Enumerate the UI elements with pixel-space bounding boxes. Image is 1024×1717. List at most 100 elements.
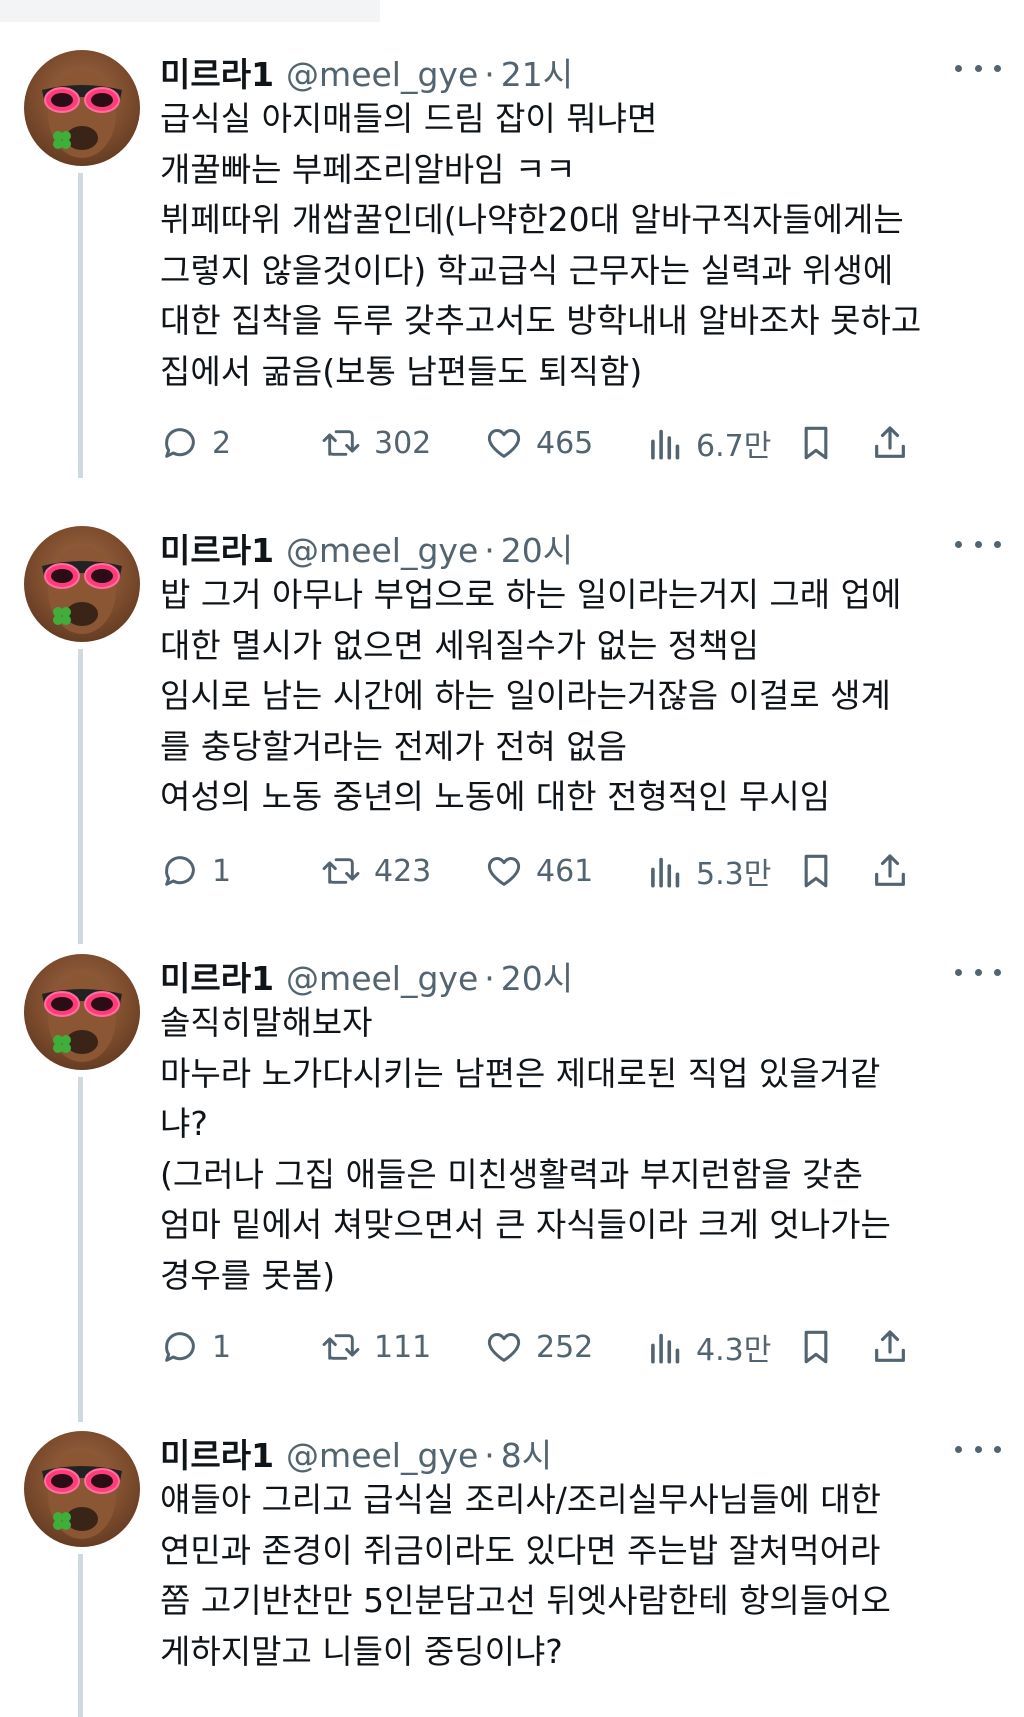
avatar[interactable] [24, 526, 140, 642]
tweet-text-line: 집에서 굶음(보통 남편들도 퇴직함) [160, 351, 643, 391]
views-bar-chart-icon [651, 429, 680, 460]
tweet-actions: 2 302 465 6.7만 [160, 418, 1000, 468]
share-icon [875, 426, 905, 458]
separator: · [484, 531, 495, 570]
tweet[interactable]: 미르라1 @meel_gye · 21시 급식실 아지매들의 드림 잡이 뭐냐면… [0, 48, 1024, 478]
views-count: 5.3만 [696, 857, 772, 892]
views-count: 6.7만 [696, 429, 772, 464]
like-button[interactable]: 252 [484, 1322, 593, 1372]
bookmark-button[interactable] [798, 1322, 834, 1372]
tweet-text: 밥 그거 아무나 부업으로 하는 일이라는거지 그래 업에 대한 멸시가 없으면… [160, 570, 1010, 823]
thread-line [78, 649, 83, 944]
user-handle[interactable]: @meel_gye [286, 531, 478, 570]
tweet-text-line: 뷔페따위 개쌉꿀인데(나약한20대 알바구직자들에게는 [160, 200, 904, 239]
thread-line [78, 1077, 83, 1422]
bookmark-button[interactable] [798, 846, 834, 896]
display-name[interactable]: 미르라1 [160, 48, 274, 96]
tweet-header: 미르라1 @meel_gye · 20시 [160, 524, 573, 570]
tweet-text-line: 임시로 남는 시간에 하는 일이라는거잖음 이걸로 생계 [160, 676, 891, 715]
share-button[interactable] [870, 1322, 910, 1372]
views-bar-chart-icon [651, 1333, 680, 1364]
views-button[interactable]: 4.3만 [648, 1322, 771, 1372]
retweet-icon [322, 858, 360, 884]
tweet-text: 급식실 아지매들의 드림 잡이 뭐냐면 개꿀빠는 부페조리알바임 ㅋㅋ 뷔페따위… [160, 94, 1010, 397]
tweet[interactable]: 미르라1 @meel_gye · 20시 밥 그거 아무나 부업으로 하는 일이… [0, 524, 1024, 944]
display-name[interactable]: 미르라1 [160, 952, 274, 1000]
tweet-text-line: 쫌 고기반찬만 5인분담고선 뒤엣사람한테 항의들어오 [160, 1581, 891, 1620]
retweet-button[interactable]: 111 [320, 1322, 431, 1372]
retweet-button[interactable]: 302 [320, 418, 431, 468]
user-handle[interactable]: @meel_gye [286, 55, 478, 94]
alpaca-avatar-icon [42, 546, 122, 634]
tweet[interactable]: 미르라1 @meel_gye · 20시 솔직히말해보자 마누라 노가다시키는 … [0, 952, 1024, 1422]
timestamp[interactable]: 20시 [501, 952, 573, 1000]
timestamp[interactable]: 20시 [501, 524, 573, 572]
tweet-text-line: 엄마 밑에서 쳐맞으면서 큰 자식들이라 크게 엇나가는 [160, 1205, 891, 1244]
reply-button[interactable]: 1 [160, 846, 231, 896]
bookmark-icon [804, 1330, 828, 1364]
alpaca-avatar-icon [42, 70, 122, 158]
tweet[interactable]: 미르라1 @meel_gye · 8시 얘들아 그리고 급식실 조리사/조리실무… [0, 1429, 1024, 1717]
share-icon [875, 1330, 905, 1362]
status-bar-fragment [0, 0, 380, 22]
reply-count: 1 [212, 1329, 232, 1365]
user-handle[interactable]: @meel_gye [286, 959, 478, 998]
tweet-text-line: 솔직히말해보자 [160, 1003, 373, 1042]
retweet-icon [322, 430, 360, 456]
retweet-button[interactable]: 423 [320, 846, 431, 896]
separator: · [484, 55, 495, 94]
heart-icon [487, 857, 521, 886]
display-name[interactable]: 미르라1 [160, 524, 274, 572]
reply-button[interactable]: 1 [160, 1322, 231, 1372]
tweet-text-line: 밥 그거 아무나 부업으로 하는 일이라는거지 그래 업에 [160, 575, 902, 614]
tweet-text-line: 연민과 존경이 쥐금이라도 있다면 주는밥 잘처먹어라 [160, 1530, 881, 1570]
reply-icon [165, 1332, 195, 1362]
bookmark-button[interactable] [798, 418, 834, 468]
user-handle[interactable]: @meel_gye [286, 1436, 478, 1475]
alpaca-avatar-icon [42, 1451, 122, 1539]
share-button[interactable] [870, 846, 910, 896]
views-bar-chart-icon [651, 857, 680, 888]
tweet-text-line: 얘들아 그리고 급식실 조리사/조리실무사님들에 대한 [160, 1480, 881, 1519]
more-options-icon[interactable] [955, 962, 1001, 982]
timestamp[interactable]: 21시 [501, 48, 573, 96]
tweet-text-line: 여성의 노동 중년의 노동에 대한 전형적인 무시임 [160, 777, 831, 816]
like-count: 465 [536, 425, 594, 461]
tweet-header: 미르라1 @meel_gye · 8시 [160, 1429, 552, 1475]
more-options-icon[interactable] [955, 534, 1001, 554]
separator: · [484, 1436, 495, 1475]
avatar[interactable] [24, 954, 140, 1070]
tweet-text-line: 개꿀빠는 부페조리알바임 ㅋㅋ [160, 149, 576, 189]
tweet-text-line: (그러나 그집 애들은 미친생활력과 부지런함을 갖춘 [160, 1154, 863, 1194]
retweet-count: 111 [374, 1329, 432, 1365]
like-count: 252 [536, 1329, 594, 1365]
separator: · [484, 959, 495, 998]
tweet-text-line: 그렇지 않을것이다) 학교급식 근무자는 실력과 위생에 [160, 250, 894, 290]
tweet-actions: 1 111 252 4.3만 [160, 1322, 1000, 1372]
tweet-text-line: 대한 멸시가 없으면 세워질수가 없는 정책임 [160, 625, 759, 665]
tweet-text-line: 게하지말고 니들이 중딩이냐? [160, 1631, 563, 1671]
more-options-icon[interactable] [955, 1439, 1001, 1459]
tweet-text-line: 경우를 못봄) [160, 1255, 336, 1295]
views-button[interactable]: 6.7만 [648, 418, 771, 468]
display-name[interactable]: 미르라1 [160, 1429, 274, 1477]
reply-icon [165, 428, 195, 458]
reply-count: 1 [212, 853, 232, 889]
share-button[interactable] [870, 418, 910, 468]
views-button[interactable]: 5.3만 [648, 846, 771, 896]
reply-button[interactable]: 2 [160, 418, 231, 468]
thread-line [78, 1554, 83, 1717]
bookmark-icon [804, 854, 828, 888]
tweet-actions: 1 423 461 5.3만 [160, 846, 1000, 896]
timestamp[interactable]: 8시 [501, 1429, 552, 1477]
more-options-icon[interactable] [955, 58, 1001, 78]
views-count: 4.3만 [696, 1333, 772, 1368]
like-button[interactable]: 465 [484, 418, 593, 468]
tweet-header: 미르라1 @meel_gye · 20시 [160, 952, 573, 998]
avatar[interactable] [24, 1431, 140, 1547]
tweet-text: 얘들아 그리고 급식실 조리사/조리실무사님들에 대한 연민과 존경이 쥐금이라… [160, 1475, 1010, 1677]
heart-icon [487, 429, 521, 458]
avatar[interactable] [24, 50, 140, 166]
like-button[interactable]: 461 [484, 846, 593, 896]
retweet-icon [322, 1334, 360, 1360]
